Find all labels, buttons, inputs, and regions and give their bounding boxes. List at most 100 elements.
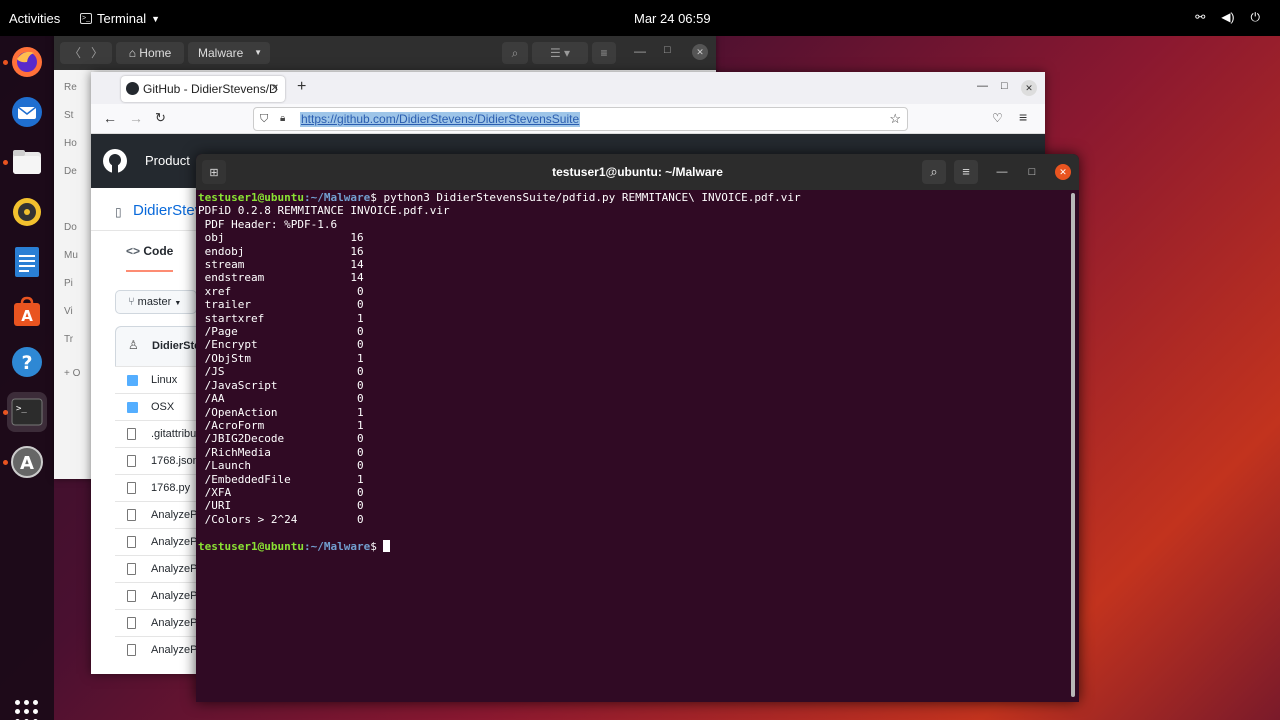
github-logo-icon[interactable]	[103, 149, 127, 173]
file-name: AnalyzeP	[151, 617, 198, 629]
file-name: AnalyzeP	[151, 644, 198, 656]
top-bar: Activities >_ Terminal ▼ Mar 24 06:59 ⚯ …	[0, 0, 1280, 36]
repo-owner-link[interactable]: DidierStev	[133, 202, 202, 219]
volume-icon: ◀)	[1221, 10, 1235, 24]
output-line: /JavaScript 0	[198, 378, 364, 392]
maximize-button[interactable]: □	[1024, 164, 1040, 180]
tab-github[interactable]: GitHub - DidierStevens/D ✕	[121, 76, 285, 102]
software-center-icon[interactable]: A	[7, 292, 47, 332]
sidebar-item-other-locations[interactable]: + O	[64, 368, 80, 379]
forward-arrow-icon[interactable]: →	[129, 110, 143, 126]
output-line: /JS 0	[198, 365, 364, 379]
back-forward-buttons[interactable]: 〈 〉	[60, 42, 112, 64]
back-arrow-icon[interactable]: ←	[103, 110, 117, 126]
file-name: 1768.py	[151, 482, 191, 494]
folder-icon	[127, 375, 138, 386]
file-icon	[127, 428, 136, 440]
prompt-symbol: $	[370, 539, 384, 553]
output-line: /URI 0	[198, 499, 364, 513]
prompt-symbol: $	[370, 191, 384, 204]
output-line: /AcroForm 1	[198, 418, 364, 432]
software-updater-icon[interactable]: A	[7, 442, 47, 482]
text-cursor	[383, 539, 391, 552]
power-icon: ⏻	[1250, 10, 1261, 24]
menu-button[interactable]: ≡	[954, 160, 978, 184]
output-line: /Page 0	[198, 325, 364, 339]
file-icon	[127, 644, 136, 656]
close-button[interactable]: ✕	[692, 44, 708, 60]
folder-icon	[127, 402, 138, 413]
network-icon: ⚯	[1195, 10, 1206, 24]
output-line: xref 0	[198, 284, 364, 298]
terminal-scrollbar[interactable]	[1071, 193, 1075, 697]
svg-text:?: ?	[21, 352, 32, 374]
output-line: trailer 0	[198, 298, 364, 312]
activities-button[interactable]: Activities	[9, 11, 60, 26]
rhythmbox-icon[interactable]	[7, 192, 47, 232]
file-name: AnalyzeP	[151, 509, 198, 521]
sidebar-item-desktop[interactable]: De	[64, 166, 77, 177]
svg-text:A: A	[21, 307, 33, 325]
path-malware-button[interactable]: Malware ▼	[188, 42, 270, 64]
terminal-output[interactable]: testuser1@ubuntu:~/Malware$ python3 Didi…	[198, 191, 1068, 553]
sidebar-item-starred[interactable]: St	[64, 110, 73, 121]
bookmark-star-icon[interactable]: ☆	[889, 108, 901, 130]
libreoffice-writer-icon[interactable]	[7, 242, 47, 282]
commit-author[interactable]: DidierSte	[152, 340, 200, 352]
files-icon[interactable]	[7, 142, 47, 182]
branch-name: master	[137, 296, 172, 308]
hamburger-icon[interactable]: ≡	[1019, 109, 1027, 125]
close-tab-icon[interactable]: ✕	[271, 76, 279, 102]
tab-title: GitHub - DidierStevens/D	[143, 82, 278, 96]
branch-icon: ⑂	[128, 296, 138, 308]
firefox-icon[interactable]	[7, 42, 47, 82]
list-view-icon: ☰ ▾	[549, 46, 571, 60]
new-tab-button[interactable]: +	[297, 78, 306, 96]
show-applications-icon[interactable]	[15, 700, 39, 720]
view-toggle-button[interactable]: ☰ ▾	[532, 42, 588, 64]
terminal-headerbar: ⊞ testuser1@ubuntu: ~/Malware ⌕ ≡ — □ ✕	[196, 154, 1079, 190]
reload-icon[interactable]: ↻	[155, 110, 166, 126]
system-status-area[interactable]: ⚯ ◀) ⏻	[1195, 10, 1260, 25]
close-button[interactable]: ✕	[1021, 80, 1037, 96]
app-menu[interactable]: >_ Terminal ▼	[80, 11, 160, 26]
clock[interactable]: Mar 24 06:59	[634, 11, 711, 26]
sidebar-item-pictures[interactable]: Pi	[64, 278, 73, 289]
close-button[interactable]: ✕	[1055, 164, 1071, 180]
sidebar-item-home[interactable]: Ho	[64, 138, 77, 149]
chevron-down-icon: ▼	[174, 300, 182, 307]
nav-product[interactable]: Product	[145, 153, 190, 168]
branch-selector[interactable]: ⑂ master ▼	[115, 290, 197, 314]
maximize-button[interactable]: □	[664, 44, 671, 56]
minimize-button[interactable]: —	[634, 44, 646, 58]
path-home-button[interactable]: ⌂ Home	[116, 42, 184, 64]
sidebar-item-recent[interactable]: Re	[64, 82, 77, 93]
sidebar-item-trash[interactable]: Tr	[64, 334, 73, 345]
pocket-icon[interactable]: ♡	[992, 111, 1003, 125]
terminal-title: testuser1@ubuntu: ~/Malware	[552, 165, 723, 179]
tab-code-label: Code	[143, 244, 174, 258]
tab-code[interactable]: <> Code	[126, 244, 174, 272]
path-malware-label: Malware	[198, 46, 244, 60]
search-button[interactable]: ⌕	[922, 160, 946, 184]
files-sidebar: Re St Ho De Do Mu Pi Vi Tr + O	[54, 70, 92, 479]
help-icon[interactable]: ?	[7, 342, 47, 382]
file-name: 1768.json	[151, 455, 199, 467]
chevron-down-icon: ▼	[254, 48, 262, 57]
sidebar-item-music[interactable]: Mu	[64, 250, 78, 261]
file-icon	[127, 509, 136, 521]
minimize-button[interactable]: —	[977, 80, 988, 92]
browser-tabbar: GitHub - DidierStevens/D ✕ + — □ ✕	[91, 72, 1045, 104]
thunderbird-icon[interactable]	[7, 92, 47, 132]
sidebar-item-documents[interactable]: Do	[64, 222, 77, 233]
menu-button[interactable]: ≡	[592, 42, 616, 64]
file-icon	[127, 563, 136, 575]
maximize-button[interactable]: □	[1001, 80, 1008, 92]
minimize-button[interactable]: —	[994, 164, 1010, 180]
terminal-icon[interactable]: >_	[7, 392, 47, 432]
hamburger-icon: ≡	[600, 46, 608, 60]
dock: A ? >_ A	[0, 36, 54, 720]
sidebar-item-videos[interactable]: Vi	[64, 306, 73, 317]
search-button[interactable]: ⌕	[502, 42, 528, 64]
url-bar[interactable]: ⛉ 🔒︎ https://github.com/DidierStevens/Di…	[253, 107, 908, 131]
